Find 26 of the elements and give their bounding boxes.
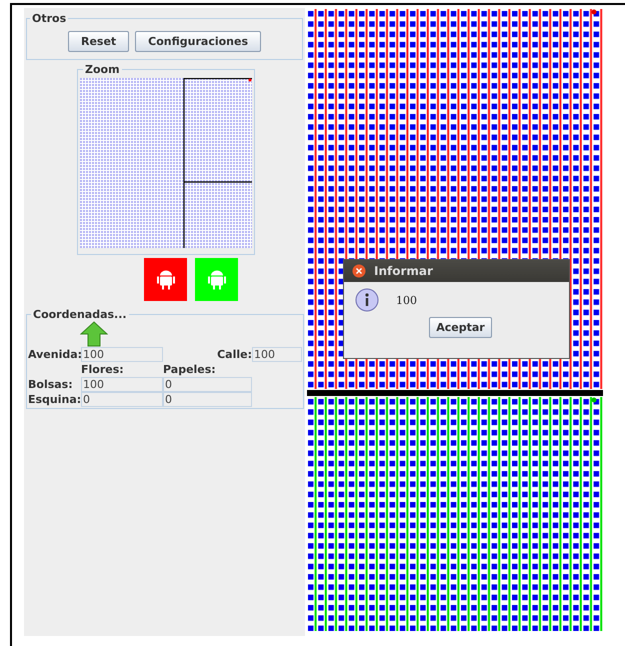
arrow-up-icon: [80, 321, 108, 347]
accept-button[interactable]: Aceptar: [429, 317, 492, 338]
value-field[interactable]: 0: [163, 377, 252, 392]
close-icon[interactable]: [352, 264, 366, 278]
value-field[interactable]: 0: [163, 392, 252, 407]
toolbar-button[interactable]: Reset: [68, 31, 130, 52]
column-header: Papeles:: [163, 362, 217, 377]
row-label: Esquina:: [28, 392, 81, 407]
info-icon: [355, 288, 379, 312]
android-icon: [156, 268, 176, 290]
robot-button[interactable]: [144, 258, 187, 301]
zoom-legend: Zoom: [83, 63, 122, 76]
toolbar-button[interactable]: Configuraciones: [135, 31, 262, 52]
avenida-label: Avenida:: [28, 347, 81, 362]
dialog-title: Informar: [374, 264, 433, 278]
calle-label: Calle:: [217, 347, 252, 362]
value-field[interactable]: 0: [81, 392, 163, 407]
column-header: Flores:: [81, 362, 125, 377]
calle-field[interactable]: 100: [252, 347, 302, 362]
value-field[interactable]: 100: [81, 377, 163, 392]
avenida-field[interactable]: 100: [81, 347, 163, 362]
android-icon: [206, 268, 226, 290]
dialog-message: 100: [396, 294, 417, 306]
coordinates-legend: Coordenadas...: [31, 308, 129, 321]
otros-legend: Otros: [30, 12, 68, 25]
row-label: Bolsas:: [28, 377, 74, 392]
